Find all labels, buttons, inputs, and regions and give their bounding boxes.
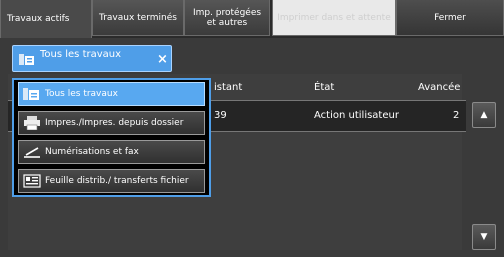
row-id-cell: 39 [214, 110, 227, 121]
menu-item-scan-fax[interactable]: Numérisations et fax [18, 140, 205, 164]
tab-secure-print[interactable]: Imp. protégées et autres [184, 0, 270, 36]
scroll-down-button[interactable]: ▼ [472, 224, 496, 250]
row-progress-cell: 2 [453, 110, 460, 121]
chevron-down-icon: ▼ [480, 232, 488, 242]
menu-item-job-flow[interactable]: Feuille distrib./ transferts fichier [18, 169, 205, 193]
row-state-cell: Action utilisateur [314, 110, 399, 121]
menu-item-print-jobs[interactable]: Impres./Impres. depuis dossier [18, 111, 205, 135]
job-status-screen: Travaux actifs Travaux terminés Imp. pro… [0, 0, 504, 257]
menu-item-label: Impres./Impres. depuis dossier [45, 118, 184, 128]
tab-print-waiting: Imprimer dans et attente [272, 0, 396, 36]
chevron-up-icon: ▲ [480, 110, 488, 120]
tab-bar: Travaux actifs Travaux terminés Imp. pro… [0, 0, 504, 38]
close-icon[interactable]: × [157, 52, 168, 67]
menu-item-all-jobs[interactable]: Tous les travaux [18, 82, 205, 106]
menu-item-label: Feuille distrib./ transferts fichier [45, 176, 189, 186]
column-header-state: État [314, 82, 335, 93]
tab-active-jobs[interactable]: Travaux actifs [0, 0, 92, 38]
job-filter-selector[interactable]: Tous les travaux × [12, 45, 172, 72]
close-button[interactable]: Fermer [396, 0, 504, 36]
filter-label: Tous les travaux [40, 49, 122, 60]
all-jobs-icon [23, 87, 41, 104]
column-header-recipient: istant [214, 82, 243, 93]
menu-item-label: Tous les travaux [45, 89, 118, 99]
scroll-up-button[interactable]: ▲ [472, 102, 496, 128]
printer-icon [23, 116, 41, 133]
scan-icon [23, 145, 41, 162]
column-header-progress: Avancée [418, 82, 461, 93]
job-filter-menu: Tous les travaux Impres./Impres. depuis … [12, 78, 211, 197]
all-jobs-icon [19, 53, 35, 69]
menu-item-label: Numérisations et fax [45, 147, 139, 157]
tab-completed-jobs[interactable]: Travaux terminés [92, 0, 184, 36]
job-flow-icon [23, 174, 41, 191]
